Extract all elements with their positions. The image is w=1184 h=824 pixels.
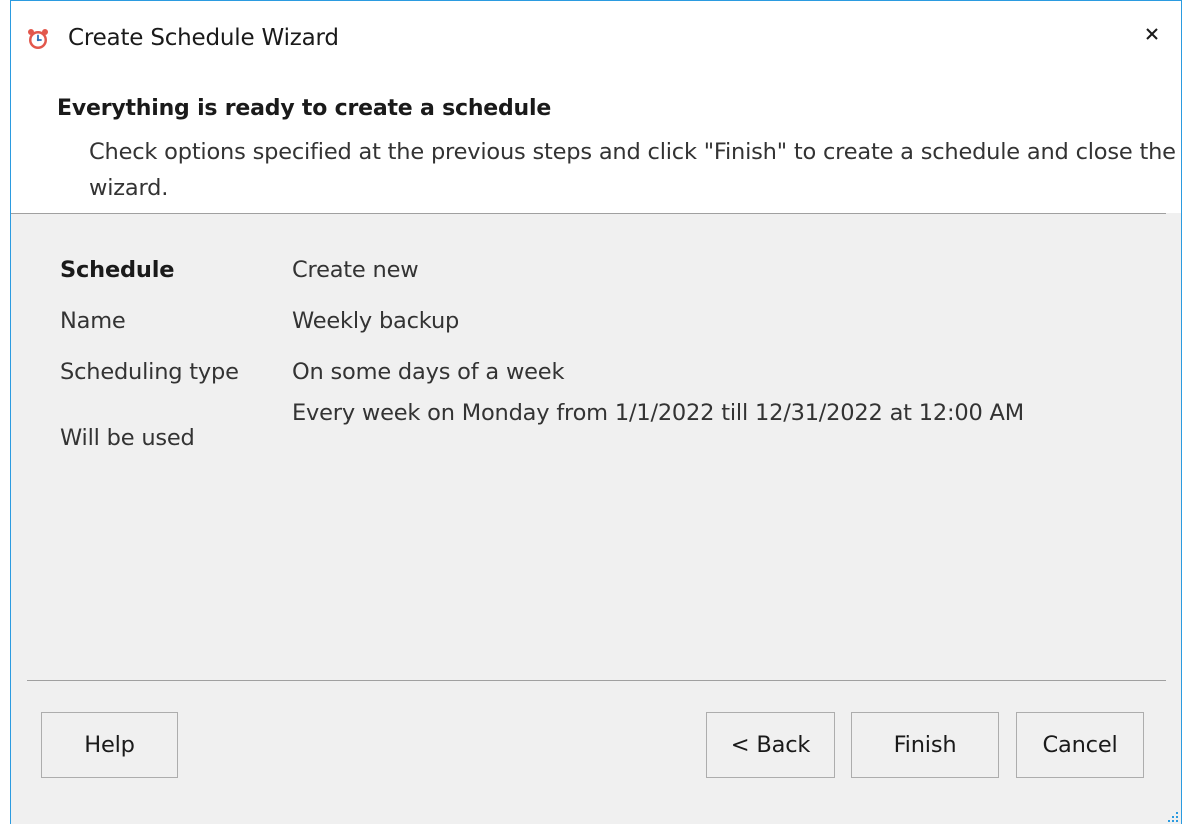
summary-panel: Schedule Create new Name Weekly backup S… [11,214,1181,680]
summary-value-scheduling-type: On some days of a week [292,359,565,385]
summary-value-schedule: Create new [292,257,419,283]
summary-label-schedule: Schedule [60,257,175,283]
resize-grip-icon[interactable] [1165,808,1179,822]
cancel-button[interactable]: Cancel [1016,712,1144,778]
summary-value-will-be-used: Every week on Monday from 1/1/2022 till … [292,400,1024,426]
wizard-header: Everything is ready to create a schedule… [11,79,1181,213]
summary-label-scheduling-type: Scheduling type [60,359,239,385]
window-title: Create Schedule Wizard [68,25,339,51]
summary-value-name: Weekly backup [292,308,460,334]
close-button[interactable] [1137,19,1167,49]
title-bar: Create Schedule Wizard [11,1,1181,79]
close-icon [1137,28,1167,53]
finish-button[interactable]: Finish [851,712,999,778]
summary-label-will-be-used: Will be used [60,425,195,451]
header-title: Everything is ready to create a schedule [57,96,552,121]
alarm-clock-icon [27,28,49,50]
footer-divider [27,680,1166,681]
wizard-window: Create Schedule Wizard Everything is rea… [10,0,1182,824]
header-description: Check options specified at the previous … [89,139,1176,201]
summary-label-name: Name [60,308,126,334]
help-button[interactable]: Help [41,712,178,778]
back-button[interactable]: < Back [706,712,835,778]
